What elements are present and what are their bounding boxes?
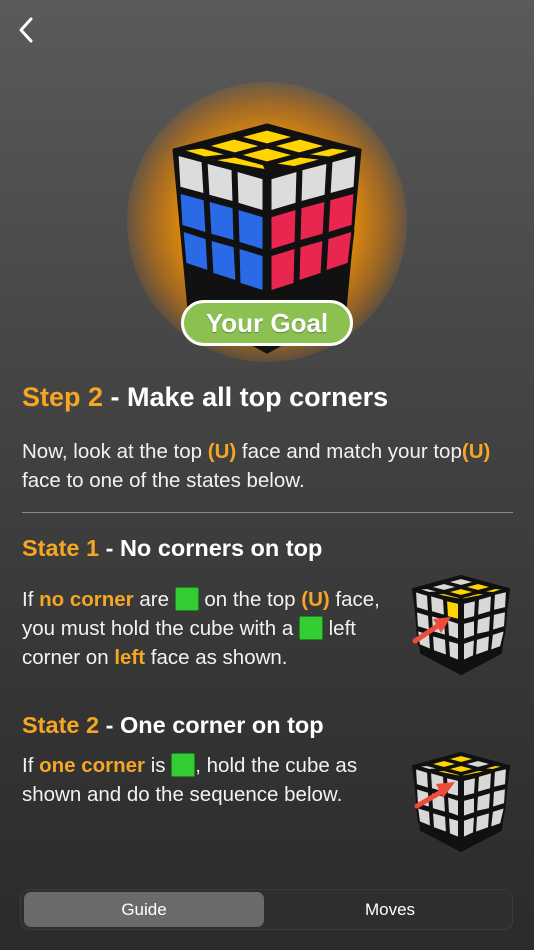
intro-text-1: Now, look at the top bbox=[22, 440, 208, 463]
state2-cube-icon bbox=[412, 752, 510, 852]
state2-text-2: is bbox=[145, 754, 172, 777]
back-button[interactable] bbox=[10, 12, 46, 48]
state2-heading: - One corner on top bbox=[99, 712, 324, 738]
state1-paragraph: If no corner are on the top (U) face, yo… bbox=[22, 585, 402, 672]
state2-text-1: If bbox=[22, 754, 40, 777]
state2-title: State 2 - One corner on top bbox=[22, 712, 324, 739]
step-heading: - Make all top corners bbox=[103, 382, 389, 412]
segmented-control: Guide Moves bbox=[20, 889, 513, 930]
state1-text-2: are bbox=[133, 588, 175, 611]
state1-number: State 1 bbox=[22, 535, 100, 561]
chevron-left-icon bbox=[19, 17, 33, 43]
tab-guide[interactable]: Guide bbox=[24, 892, 264, 927]
step-number: Step 2 bbox=[22, 382, 104, 412]
step-title: Step 2 - Make all top corners bbox=[22, 382, 388, 413]
tab-moves[interactable]: Moves bbox=[271, 892, 509, 927]
state1-bold-2: (U) bbox=[301, 588, 330, 611]
state1-text-6: face as shown. bbox=[145, 646, 288, 669]
intro-text-2: face and match your top bbox=[236, 440, 462, 463]
state1-bold-3: left bbox=[114, 646, 146, 669]
state2-paragraph: If one corner is , hold the cube as show… bbox=[22, 751, 402, 809]
state1-text-3: on the top bbox=[198, 588, 302, 611]
state1-text-1: If bbox=[22, 588, 40, 611]
intro-paragraph: Now, look at the top (U) face and match … bbox=[22, 437, 492, 495]
intro-text-3: face to one of the states below. bbox=[22, 469, 305, 492]
state1-heading: - No corners on top bbox=[99, 535, 323, 561]
state1-title: State 1 - No corners on top bbox=[22, 535, 322, 562]
your-goal-badge: Your Goal bbox=[181, 300, 353, 346]
state1-cube-icon bbox=[412, 575, 510, 675]
state1-bold-1: no corner bbox=[39, 588, 134, 611]
intro-u-face-1: (U) bbox=[207, 440, 237, 463]
green-square-icon bbox=[174, 587, 199, 611]
green-square-icon bbox=[298, 616, 323, 640]
intro-u-face-2: (U) bbox=[461, 440, 491, 463]
state2-bold-1: one corner bbox=[39, 754, 146, 777]
state2-number: State 2 bbox=[22, 712, 100, 738]
divider bbox=[22, 512, 513, 513]
green-square-icon bbox=[171, 753, 196, 777]
